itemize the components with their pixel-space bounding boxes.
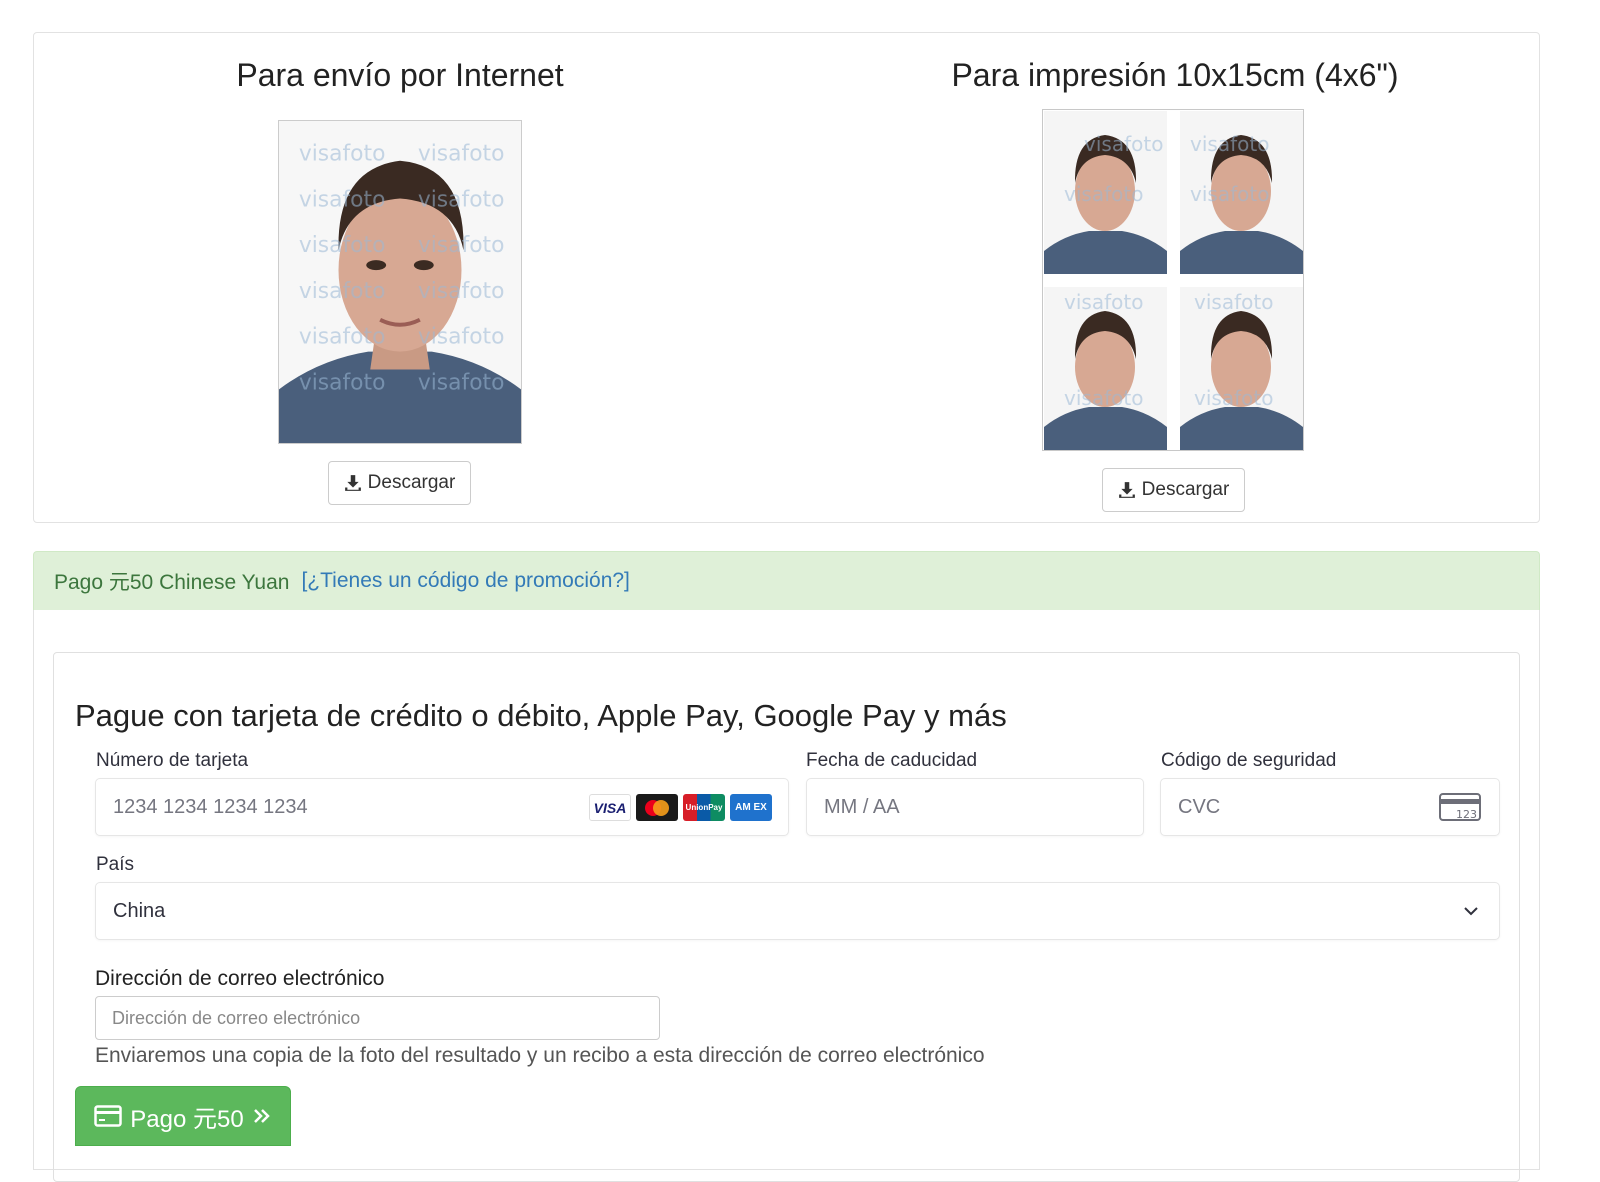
chevron-down-icon [1464, 907, 1478, 916]
watermark-text: visafoto [299, 142, 386, 167]
print-sheet-photo: visafoto visafoto visafoto visafoto visafo… [1042, 109, 1304, 451]
email-label: Dirección de correo electrónico [95, 967, 385, 990]
payment-amount: Pago 元50 Chinese Yuan [54, 571, 290, 594]
pay-button-label: Pago 元50 [130, 1105, 244, 1133]
watermark-text: visafoto [418, 233, 505, 258]
download-label: Descargar [367, 472, 456, 493]
watermark-text: visafoto [1190, 182, 1269, 206]
watermark-text: visafoto [1084, 132, 1163, 156]
card-number-placeholder: 1234 1234 1234 1234 [113, 795, 308, 818]
watermark-text: visafoto [1194, 290, 1273, 314]
watermark-text: visafoto [418, 187, 505, 212]
cvc-field[interactable]: CVC 123 [1160, 778, 1500, 836]
photo-results-panel [33, 32, 1540, 523]
watermark-text: visafoto [299, 325, 386, 350]
print-thumb: visafoto visafoto [1044, 111, 1167, 274]
card-brands: VISA UnionPay AM EX [589, 794, 772, 821]
watermark-text: visafoto [299, 187, 386, 212]
card-number-field[interactable]: 1234 1234 1234 1234 VISA UnionPay AM EX [95, 778, 789, 836]
internet-photo: visafoto visafoto visafoto visafoto visa… [278, 120, 522, 444]
email-help-text: Enviaremos una copia de la foto del resu… [95, 1044, 985, 1067]
download-internet-button[interactable]: Descargar [328, 461, 471, 505]
cvc-icon-text: 123 [1456, 808, 1477, 821]
download-print-button[interactable]: Descargar [1102, 468, 1245, 512]
promo-code-link[interactable]: [¿Tienes un código de promoción?] [301, 569, 629, 593]
watermark-text: visafoto [1190, 132, 1269, 156]
email-input[interactable] [95, 996, 660, 1040]
internet-photo-title: Para envío por Internet [236, 57, 564, 93]
expiry-label: Fecha de caducidad [806, 750, 978, 771]
expiry-placeholder: MM / AA [824, 795, 900, 818]
download-icon [1118, 482, 1135, 498]
watermark-text: visafoto [1064, 182, 1143, 206]
print-thumb: visafoto visafoto [1044, 287, 1167, 450]
country-label: País [96, 854, 135, 875]
watermark-text: visafoto [1064, 386, 1143, 410]
visa-icon: VISA [589, 794, 631, 821]
print-photo-title: Para impresión 10x15cm (4x6") [951, 57, 1399, 93]
print-thumb: visafoto visafoto [1180, 111, 1303, 274]
watermark-text: visafoto [299, 233, 386, 258]
country-value: China [113, 899, 166, 922]
pay-button[interactable]: Pago 元50 [75, 1086, 291, 1146]
unionpay-icon: UnionPay [683, 794, 725, 821]
download-icon [344, 475, 361, 491]
watermark-text: visafoto [418, 279, 505, 304]
cvc-label: Código de seguridad [1161, 750, 1337, 771]
payment-header: Pago 元50 Chinese Yuan [¿Tienes un código… [33, 551, 1540, 610]
watermark-text: visafoto [1194, 386, 1273, 410]
double-chevron-right-icon [253, 1109, 270, 1123]
watermark-text: visafoto [418, 325, 505, 350]
amex-icon: AM EX [730, 794, 772, 821]
download-label: Descargar [1141, 479, 1230, 500]
card-number-label: Número de tarjeta [96, 750, 249, 771]
watermark-text: visafoto [299, 370, 386, 395]
watermark-text: visafoto [418, 370, 505, 395]
country-select[interactable]: China [95, 882, 1500, 940]
watermark-text: visafoto [418, 142, 505, 167]
cvc-card-icon: 123 [1439, 793, 1481, 821]
print-thumb: visafoto visafoto [1180, 287, 1303, 450]
credit-card-icon [94, 1105, 123, 1127]
cvc-placeholder: CVC [1178, 795, 1221, 818]
mastercard-icon [636, 794, 678, 821]
watermark-text: visafoto [299, 279, 386, 304]
payment-title: Pague con tarjeta de crédito o débito, A… [75, 698, 1007, 733]
expiry-field[interactable]: MM / AA [806, 778, 1144, 836]
watermark-text: visafoto [1064, 290, 1143, 314]
